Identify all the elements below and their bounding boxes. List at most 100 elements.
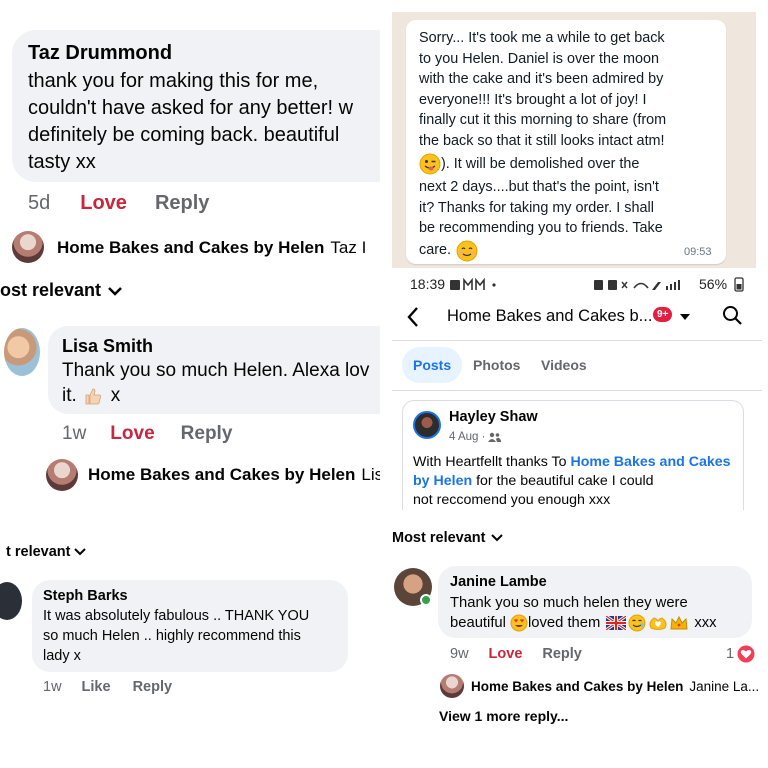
comment-line: Thank you so much Helen. Alexa lov — [62, 360, 370, 381]
comment-text: it. — [62, 385, 77, 406]
post-date[interactable]: 4 Aug · — [449, 431, 485, 443]
love-reaction-icon — [737, 645, 755, 663]
message-line: with the cake and it's been admired by — [419, 71, 664, 87]
view-more-replies-link[interactable]: View 1 more reply... — [439, 708, 568, 724]
thumbs-up-emoji-icon — [85, 388, 101, 405]
sort-dropdown[interactable]: Most relevant — [392, 530, 504, 546]
page-reply-row[interactable]: Home Bakes and Cakes by Helen Taz I — [57, 238, 366, 258]
comment-actions: 9w Love Reply — [450, 646, 582, 662]
commenter-name[interactable]: Steph Barks — [43, 588, 128, 604]
comment-line: thank you for making this for me, — [28, 70, 319, 92]
love-button[interactable]: Love — [110, 423, 154, 445]
friends-audience-icon — [488, 432, 502, 442]
reply-button[interactable]: Reply — [133, 679, 173, 695]
page-title[interactable]: Home Bakes and Cakes b... — [447, 307, 652, 326]
commenter-name[interactable]: Taz Drummond — [28, 42, 172, 65]
page-name[interactable]: Home Bakes and Cakes by Helen — [88, 465, 355, 485]
caret-down-icon[interactable] — [679, 313, 691, 321]
commenter-name[interactable]: Janine Lambe — [450, 574, 547, 590]
post-text-part: for the beautiful cake I could — [472, 473, 654, 489]
tab-divider — [392, 390, 762, 391]
commenter-avatar[interactable] — [4, 328, 40, 376]
commenter-avatar[interactable] — [0, 582, 22, 620]
reply-button[interactable]: Reply — [181, 423, 233, 445]
chevron-down-icon — [108, 286, 122, 296]
smiling-tear-emoji-icon — [628, 614, 646, 632]
page-reply-row[interactable]: Home Bakes and Cakes by Helen Janine La.… — [471, 679, 759, 694]
page-avatar[interactable] — [440, 674, 464, 698]
sort-label: ost relevant — [0, 280, 102, 300]
love-button[interactable]: Love — [489, 646, 523, 662]
post-author[interactable]: Hayley Shaw — [449, 409, 538, 425]
comment-line: tasty xx — [28, 151, 96, 173]
sort-dropdown[interactable]: ost relevant — [0, 280, 123, 301]
page-avatar[interactable] — [46, 459, 78, 491]
uk-flag-emoji-icon — [606, 616, 627, 630]
author-avatar[interactable] — [413, 411, 441, 439]
tab-photos[interactable]: Photos — [473, 357, 520, 373]
comment-actions: 1w Like Reply — [43, 679, 172, 695]
online-status-dot — [420, 594, 432, 606]
message-line: next 2 days....but that's the point, isn… — [419, 179, 659, 195]
message-line: everyone!!! It's brought a lot of joy! I — [419, 91, 647, 108]
battery-percent: 56% — [699, 276, 728, 292]
message-text: Sorry... It's took me a while to get bac… — [419, 28, 666, 263]
message-line: it? Thanks for taking my order. I shall — [419, 199, 654, 216]
page-name[interactable]: Home Bakes and Cakes by Helen — [471, 679, 683, 694]
like-button[interactable]: Like — [82, 679, 111, 695]
message-timestamp: 09:53 — [684, 246, 712, 258]
comment-text: loved them — [527, 615, 601, 631]
comment-actions: 5d Love Reply — [28, 192, 209, 215]
comment-line: It was absolutely fabulous .. THANK YOU — [43, 608, 310, 624]
search-icon[interactable] — [722, 305, 742, 325]
message-line: the back so that it still looks intact a… — [419, 132, 665, 149]
message-line: care. — [419, 239, 666, 263]
status-time: 18:39 — [410, 276, 446, 292]
comment-time: 9w — [450, 646, 469, 662]
post-card: Hayley Shaw 4 Aug · With Heartfellt than… — [402, 400, 744, 510]
tab-bar: Posts Photos Videos — [392, 346, 762, 383]
comment-time: 1w — [62, 423, 87, 444]
reply-button[interactable]: Reply — [155, 192, 209, 215]
page-reply-row[interactable]: Home Bakes and Cakes by Helen Lisa — [88, 465, 380, 485]
reply-preview: Lisa — [361, 465, 380, 484]
comment-text: beautiful — [450, 615, 506, 631]
panel-lisa-comment: ost relevant Lisa Smith Thank you so muc… — [0, 272, 380, 502]
panel-janine-comment: Most relevant Janine Lambe Thank you so … — [388, 514, 760, 754]
tab-posts[interactable]: Posts — [402, 347, 463, 383]
chevron-down-icon — [74, 548, 87, 556]
page-avatar[interactable] — [12, 231, 44, 263]
sort-label: t relevant — [6, 544, 71, 560]
tab-videos[interactable]: Videos — [541, 357, 587, 373]
heart-hands-emoji-icon — [649, 617, 667, 630]
system-status-icons — [594, 280, 680, 290]
reply-preview: Taz I — [330, 238, 367, 257]
message-line: ). It will be demolished over the — [419, 151, 666, 177]
post-text: With Heartfellt thanks To Home Bakes and… — [413, 453, 733, 510]
message-line: to you Helen. Daniel is over the moon — [419, 50, 659, 67]
commenter-name[interactable]: Lisa Smith — [62, 336, 153, 357]
comment-line: lady x — [43, 648, 81, 664]
reply-preview: Janine La... — [689, 679, 760, 694]
comment-actions: 1w Love Reply — [62, 423, 232, 445]
panel-facebook-post: 18:39 56% Home Bakes and Cakes b... 9+ P… — [392, 270, 762, 510]
post-meta: 4 Aug · — [449, 431, 502, 443]
reaction-count: 1 — [726, 646, 735, 662]
panel-whatsapp-message: Sorry... It's took me a while to get bac… — [392, 12, 756, 268]
reaction-summary[interactable]: 1 — [726, 645, 755, 663]
winking-tongue-emoji-icon — [419, 153, 441, 175]
header-divider — [392, 340, 762, 341]
comment-text: xxx — [694, 615, 717, 631]
comment-line: definitely be coming back. beautiful — [28, 124, 340, 146]
comment-text: x — [110, 385, 121, 406]
back-arrow-icon[interactable] — [406, 306, 420, 328]
notification-badge[interactable]: 9+ — [653, 307, 673, 322]
page-name[interactable]: Home Bakes and Cakes by Helen — [57, 238, 324, 258]
love-button[interactable]: Love — [80, 192, 127, 215]
message-line: be recommending you to friends. Take — [419, 220, 663, 236]
reply-button[interactable]: Reply — [542, 646, 582, 662]
sort-dropdown[interactable]: t relevant — [6, 544, 87, 560]
comment-time: 1w — [43, 679, 62, 695]
message-line-text: ). It will be demolished over the — [441, 155, 640, 172]
message-line-text: care. — [419, 242, 451, 259]
